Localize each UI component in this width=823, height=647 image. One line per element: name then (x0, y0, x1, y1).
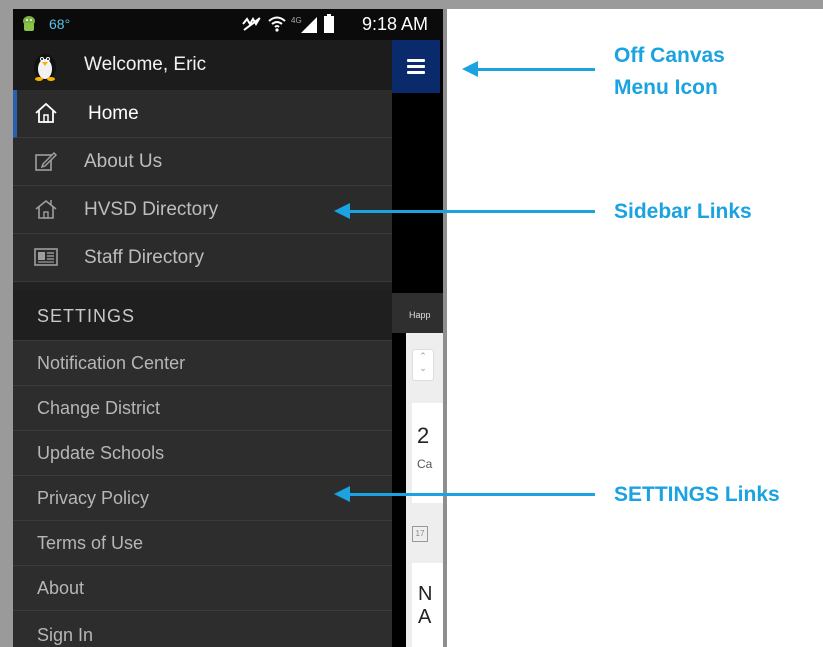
settings-item-label: About (37, 578, 85, 598)
frame-right-border (443, 9, 447, 647)
settings-item-label: Terms of Use (37, 533, 144, 553)
hamburger-icon (407, 59, 425, 74)
android-icon (23, 16, 35, 31)
penguin-avatar-icon (34, 54, 56, 81)
home-icon (35, 102, 57, 123)
settings-item-label: Update Schools (37, 443, 165, 463)
svg-text:4G: 4G (291, 16, 302, 25)
welcome-text: Welcome, Eric (84, 54, 207, 75)
mute-icon (242, 17, 261, 31)
id-card-icon (34, 248, 58, 266)
settings-item-label: Sign In (37, 625, 94, 645)
wifi-icon (268, 16, 286, 32)
annotation-sidebar-links: Sidebar Links (614, 200, 752, 223)
card-number: 2 (417, 423, 430, 448)
settings-item-sign-in[interactable]: Sign In (13, 611, 392, 647)
status-bar: 68° 4G 9:18 AM (13, 9, 443, 40)
card-subtext: Ca (417, 457, 433, 471)
arrow-line (476, 68, 595, 71)
sidebar-item-label: HVSD Directory (84, 199, 219, 220)
card2-text: N A (418, 583, 433, 628)
frame-left-border (0, 9, 13, 647)
sidebar-item-about-us[interactable]: About Us (13, 138, 392, 186)
clock-time: 9:18 AM (362, 14, 429, 34)
settings-item-label: Privacy Policy (37, 488, 150, 508)
calendar-icon: 17 (412, 526, 428, 542)
off-canvas-drawer: Welcome, Eric Home About Us HVSD Directo… (13, 40, 392, 647)
arrow-line (348, 493, 595, 496)
phone-screen: 68° 4G 9:18 AM Happ ⌃ ⌄ 2 Ca 17 N A Welc… (13, 9, 443, 647)
off-canvas-menu-button[interactable] (392, 40, 440, 93)
settings-item-terms-of-use[interactable]: Terms of Use (13, 521, 392, 566)
arrow-line (348, 210, 595, 213)
banner-peek: Happ (392, 293, 443, 333)
settings-item-update-schools[interactable]: Update Schools (13, 431, 392, 476)
sidebar-item-label: Home (88, 103, 139, 124)
status-icons: 4G (241, 13, 335, 35)
main-content-peek: Happ ⌃ ⌄ 2 Ca 17 N A (392, 40, 443, 647)
sidebar-item-label: About Us (84, 151, 163, 172)
settings-item-notification-center[interactable]: Notification Center (13, 341, 392, 386)
annotation-menu-icon: Off Canvas Menu Icon (614, 44, 725, 99)
battery-icon (324, 14, 334, 33)
settings-item-label: Notification Center (37, 353, 186, 373)
card-peek[interactable]: 2 Ca (412, 403, 443, 503)
settings-item-label: Change District (37, 398, 161, 418)
card-peek-2[interactable]: N A (412, 563, 443, 647)
settings-item-change-district[interactable]: Change District (13, 386, 392, 431)
annotation-settings-links: SETTINGS Links (614, 483, 780, 506)
settings-section-header: SETTINGS (13, 290, 392, 341)
sidebar-item-home[interactable]: Home (13, 90, 392, 138)
school-icon (35, 199, 57, 219)
settings-header-label: SETTINGS (37, 306, 136, 326)
banner-peek-text: Happ (409, 310, 431, 320)
frame-top-border (0, 0, 823, 9)
edit-icon (35, 151, 58, 171)
content-panel-peek: ⌃ ⌄ 2 Ca 17 N A (406, 333, 443, 647)
temperature-text: 68° (49, 16, 71, 32)
sort-arrows-icon[interactable]: ⌃ ⌄ (412, 349, 434, 381)
sidebar-item-staff-directory[interactable]: Staff Directory (13, 234, 392, 282)
signal-4g-icon: 4G (291, 16, 317, 33)
sidebar-item-label: Staff Directory (84, 247, 205, 268)
settings-item-about[interactable]: About (13, 566, 392, 611)
welcome-header: Welcome, Eric (13, 40, 392, 90)
